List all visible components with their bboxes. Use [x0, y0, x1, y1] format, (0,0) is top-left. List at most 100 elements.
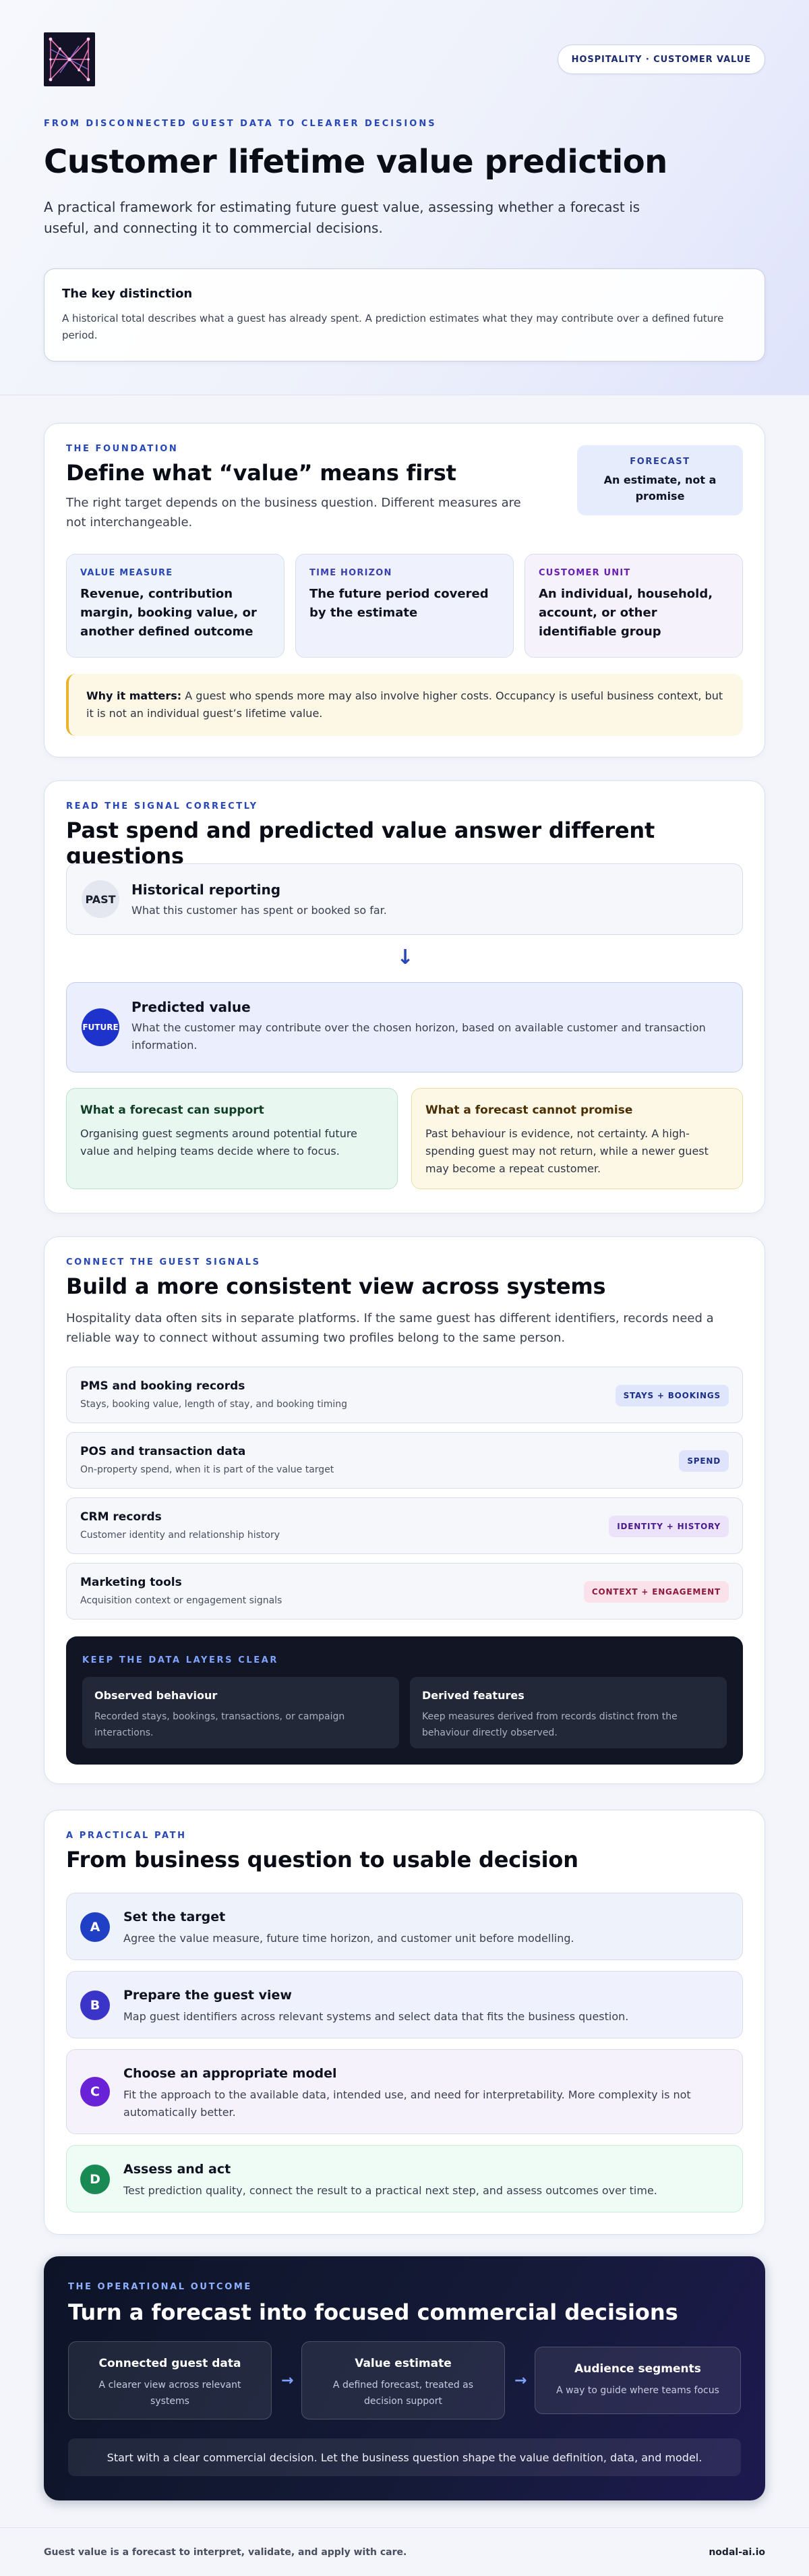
step-b-text: Map guest identifiers across relevant sy… — [123, 2010, 629, 2023]
key-distinction-title: The key distinction — [62, 287, 193, 301]
step-d-title: Assess and act — [123, 2162, 231, 2177]
network-logo-icon — [44, 32, 95, 86]
value-measure-label: VALUE MEASURE — [80, 568, 173, 578]
forecast-cannot-promise-card: What a forecast cannot promise Past beha… — [411, 1088, 743, 1189]
can-support-title: What a forecast can support — [80, 1104, 264, 1117]
derived-features-text: Keep measures derived from records disti… — [422, 1711, 678, 1738]
foundation-eyebrow: THE FOUNDATION — [66, 444, 179, 454]
step-c-text: Fit the approach to the available data, … — [123, 2088, 691, 2119]
value-measure-card: VALUE MEASURE Revenue, contribution marg… — [66, 554, 284, 658]
forecast-callout: FORECAST An estimate, not a promise — [577, 445, 743, 515]
predicted-text: What the customer may contribute over th… — [131, 1021, 706, 1052]
flow-card-text: A clearer view across relevant systems — [98, 2380, 241, 2407]
cannot-promise-title: What a forecast cannot promise — [425, 1104, 633, 1117]
time-horizon-card: TIME HORIZON The future period covered b… — [295, 554, 514, 658]
outcome-title: Turn a forecast into focused commercial … — [68, 2299, 678, 2325]
value-measure-text: Revenue, contribution margin, booking va… — [80, 587, 257, 639]
past-badge: PAST — [82, 880, 119, 918]
time-horizon-label: TIME HORIZON — [309, 568, 392, 578]
historical-reporting-card: PAST Historical reporting What this cust… — [66, 863, 743, 935]
key-distinction-text: A historical total describes what a gues… — [62, 312, 724, 341]
historical-text: What this customer has spent or booked s… — [131, 904, 387, 917]
system-row-marketing: Marketing tools Acquisition context or e… — [66, 1563, 743, 1620]
page-title: Customer lifetime value prediction — [44, 143, 667, 181]
system-description: On-property spend, when it is part of th… — [80, 1464, 334, 1475]
cannot-promise-text: Past behaviour is evidence, not certaint… — [425, 1127, 709, 1175]
step-b-title: Prepare the guest view — [123, 1988, 292, 2003]
derived-features-title: Derived features — [422, 1689, 525, 1702]
flow-card-title: Audience segments — [574, 2362, 701, 2376]
historical-title: Historical reporting — [131, 882, 281, 898]
step-d-card: D Assess and act Test prediction quality… — [66, 2145, 743, 2212]
flow-card-title: Value estimate — [355, 2357, 452, 2370]
footer-site-link[interactable]: nodal-ai.io — [709, 2547, 765, 2558]
can-support-text: Organising guest segments around potenti… — [80, 1127, 357, 1157]
predicted-value-card: FUTURE Predicted value What the customer… — [66, 982, 743, 1072]
system-row-crm: CRM records Customer identity and relati… — [66, 1497, 743, 1554]
system-row-pms: PMS and booking records Stays, booking v… — [66, 1367, 743, 1423]
system-description: Stays, booking value, length of stay, an… — [80, 1399, 348, 1410]
forecast-label: FORECAST — [630, 456, 690, 467]
flow-card-connected-data: Connected guest data A clearer view acro… — [68, 2341, 272, 2420]
step-b-badge: B — [80, 1991, 110, 2020]
observed-behaviour-text: Recorded stays, bookings, transactions, … — [94, 1711, 345, 1738]
signal-eyebrow: READ THE SIGNAL CORRECTLY — [66, 801, 258, 811]
brand-logo[interactable] — [44, 32, 95, 86]
foundation-section: THE FOUNDATION Define what “value” means… — [44, 423, 765, 757]
data-layers-eyebrow: KEEP THE DATA LAYERS CLEAR — [82, 1655, 278, 1665]
forecast-can-support-card: What a forecast can support Organising g… — [66, 1088, 398, 1189]
signals-title: Build a more consistent view across syst… — [66, 1273, 606, 1299]
time-horizon-text: The future period covered by the estimat… — [309, 587, 489, 620]
customer-unit-label: CUSTOMER UNIT — [539, 568, 631, 578]
step-c-title: Choose an appropriate model — [123, 2066, 337, 2081]
step-c-badge: C — [80, 2077, 110, 2107]
footer: Guest value is a forecast to interpret, … — [0, 2527, 809, 2576]
path-eyebrow: A PRACTICAL PATH — [66, 1831, 187, 1841]
hero: HOSPITALITY · CUSTOMER VALUE FROM DISCON… — [0, 0, 809, 395]
signals-subtitle: Hospitality data often sits in separate … — [66, 1311, 714, 1345]
system-row-pos: POS and transaction data On-property spe… — [66, 1432, 743, 1489]
system-title: Marketing tools — [80, 1576, 182, 1589]
system-tag: SPEND — [679, 1450, 729, 1472]
key-distinction-card: The key distinction A historical total d… — [44, 268, 765, 362]
footer-note: Guest value is a forecast to interpret, … — [44, 2547, 407, 2558]
practical-path-section: A PRACTICAL PATH From business question … — [44, 1810, 765, 2235]
flow-card-text: A way to guide where teams focus — [556, 2385, 719, 2396]
guest-signals-section: CONNECT THE GUEST SIGNALS Build a more c… — [44, 1236, 765, 1784]
data-layers-panel: KEEP THE DATA LAYERS CLEAR Observed beha… — [66, 1636, 743, 1765]
path-title: From business question to usable decisio… — [66, 1847, 578, 1872]
system-title: PMS and booking records — [80, 1379, 245, 1393]
forecast-text: An estimate, not a promise — [603, 473, 717, 503]
step-a-badge: A — [80, 1912, 110, 1942]
observed-behaviour-card: Observed behaviour Recorded stays, booki… — [82, 1677, 399, 1748]
foundation-subtitle: The right target depends on the business… — [66, 496, 521, 529]
system-description: Acquisition context or engagement signal… — [80, 1595, 282, 1606]
system-tag: IDENTITY + HISTORY — [609, 1516, 729, 1537]
customer-unit-text: An individual, household, account, or ot… — [539, 587, 713, 639]
arrow-down-icon: ↓ — [396, 946, 414, 969]
hospitality-badge: HOSPITALITY · CUSTOMER VALUE — [557, 45, 765, 74]
outcome-eyebrow: THE OPERATIONAL OUTCOME — [68, 2282, 252, 2292]
step-a-title: Set the target — [123, 1910, 226, 1924]
system-title: CRM records — [80, 1510, 162, 1524]
step-d-badge: D — [80, 2165, 110, 2194]
signal-section: READ THE SIGNAL CORRECTLY Past spend and… — [44, 780, 765, 1213]
system-title: POS and transaction data — [80, 1445, 246, 1458]
system-description: Customer identity and relationship histo… — [80, 1530, 280, 1541]
outcome-summary: Start with a clear commercial decision. … — [68, 2438, 741, 2476]
why-it-matters-text: A guest who spends more may also involve… — [86, 689, 723, 720]
step-a-text: Agree the value measure, future time hor… — [123, 1932, 574, 1945]
arrow-right-icon: → — [281, 2372, 294, 2389]
flow-card-audience-segments: Audience segments A way to guide where t… — [535, 2347, 741, 2414]
foundation-title: Define what “value” means first — [66, 460, 456, 486]
signal-title: Past spend and predicted value answer di… — [66, 818, 655, 869]
flow-card-title: Connected guest data — [98, 2357, 241, 2370]
step-d-text: Test prediction quality, connect the res… — [123, 2184, 657, 2197]
customer-unit-card: CUSTOMER UNIT An individual, household, … — [525, 554, 743, 658]
flow-card-text: A defined forecast, treated as decision … — [332, 2380, 474, 2407]
step-b-card: B Prepare the guest view Map guest ident… — [66, 1971, 743, 2038]
signals-eyebrow: CONNECT THE GUEST SIGNALS — [66, 1257, 261, 1267]
future-badge: FUTURE — [82, 1008, 119, 1046]
why-it-matters-callout: Why it matters: A guest who spends more … — [66, 674, 743, 736]
system-tag: CONTEXT + ENGAGEMENT — [583, 1581, 729, 1603]
